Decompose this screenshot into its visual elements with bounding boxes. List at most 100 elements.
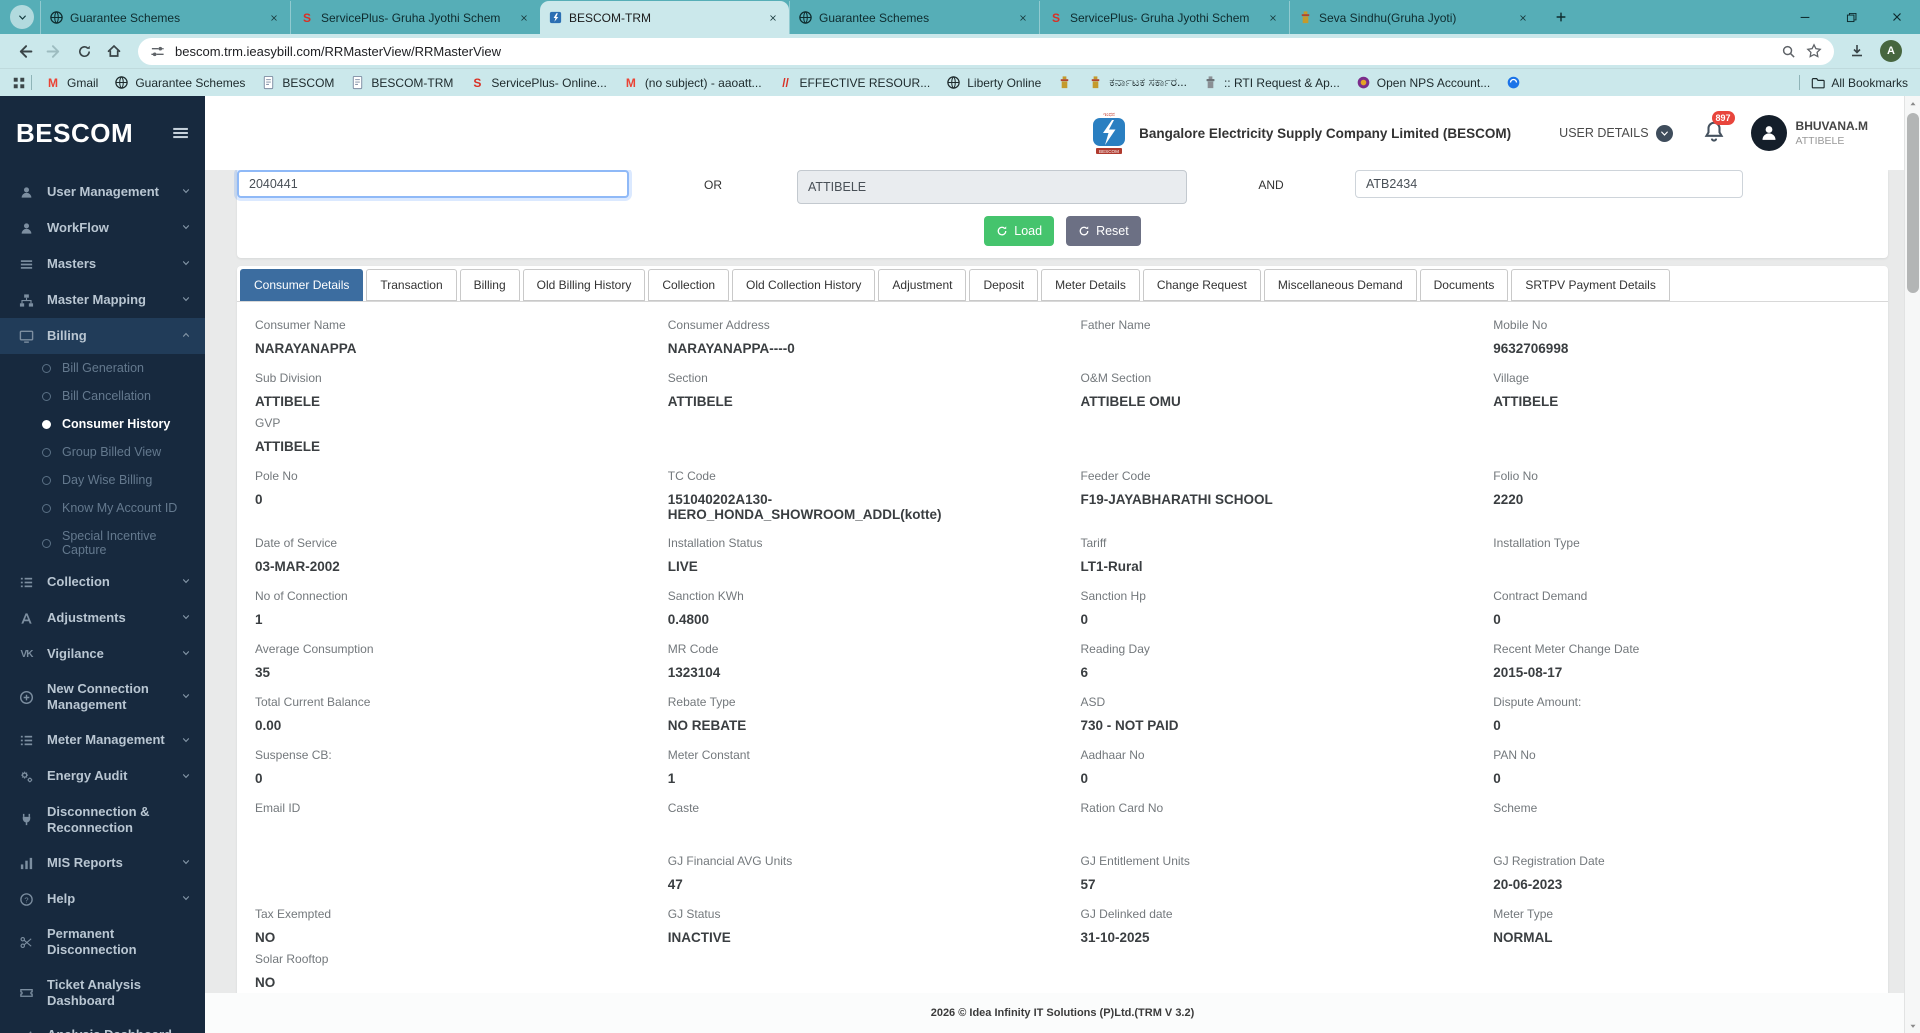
gmail-icon: M (48, 75, 58, 90)
user-details-button[interactable]: USER DETAILS (1559, 124, 1673, 142)
tab-deposit[interactable]: Deposit (969, 269, 1039, 301)
sidebar-item-mis-reports[interactable]: MIS Reports (0, 845, 205, 881)
download-icon[interactable] (1849, 43, 1865, 59)
url-text[interactable]: bescom.trm.ieasybill.com/RRMasterView/RR… (175, 44, 1771, 59)
load-button[interactable]: Load (984, 216, 1055, 246)
bookmark-bescom-trm[interactable]: BESCOM-TRM (342, 73, 461, 92)
sidebar-item-permanent-disconnection[interactable]: Permanent Disconnection (0, 917, 205, 968)
tab-miscellaneous-demand[interactable]: Miscellaneous Demand (1263, 269, 1417, 301)
sidebar-subitem-know-my-account-id[interactable]: Know My Account ID (0, 494, 205, 522)
tab-consumer-details[interactable]: Consumer Details (240, 269, 364, 301)
name-input[interactable] (797, 170, 1187, 204)
restore-button[interactable] (1828, 0, 1874, 34)
reset-button[interactable]: Reset (1066, 216, 1141, 246)
tab-documents[interactable]: Documents (1419, 269, 1509, 301)
tab-old-billing-history[interactable]: Old Billing History (522, 269, 646, 301)
sidebar-item-billing[interactable]: Billing (0, 318, 205, 354)
bookmark-open-nps-account[interactable]: Open NPS Account... (1348, 73, 1498, 92)
tab-close-icon[interactable] (1514, 9, 1531, 26)
user-avatar[interactable] (1750, 115, 1787, 151)
browser-tab-guarantee-schemes[interactable]: Guarantee Schemes (789, 1, 1039, 34)
sidebar-subitem-group-billed-view[interactable]: Group Billed View (0, 438, 205, 466)
browser-tab-seva-sindhu-gruha-jyoti[interactable]: Seva Sindhu(Gruha Jyoti) (1289, 1, 1539, 34)
apps-grid-icon[interactable] (12, 76, 26, 90)
field-label: Installation Type (1493, 536, 1580, 550)
profile-avatar[interactable]: A (1880, 40, 1902, 62)
account-id-input[interactable] (237, 170, 629, 198)
tab-srtpv-payment-details[interactable]: SRTPV Payment Details (1511, 269, 1670, 301)
sidebar-item-meter-management[interactable]: Meter Management (0, 723, 205, 759)
sidebar-item-ticket-analysis-dashboard[interactable]: Ticket Analysis Dashboard (0, 968, 205, 1019)
bookmark-item[interactable]: ಕರ್ನಾಟಕ ಸರ್ಕಾರ... (1080, 73, 1195, 92)
field-value: 57 (1080, 877, 1096, 892)
sidebar-item-master-mapping[interactable]: Master Mapping (0, 282, 205, 318)
bookmark-guarantee-schemes[interactable]: Guarantee Schemes (106, 73, 253, 92)
sidebar-item-vigilance[interactable]: VK Vigilance (0, 636, 205, 672)
tab-transaction[interactable]: Transaction (366, 269, 457, 301)
scroll-down-icon[interactable] (1908, 1018, 1918, 1033)
sidebar-item-masters[interactable]: Masters (0, 246, 205, 282)
bookmark-gmail[interactable]: M Gmail (37, 74, 106, 92)
page-scrollbar[interactable] (1904, 96, 1920, 1033)
minimize-button[interactable] (1782, 0, 1828, 34)
browser-tab-serviceplus-gruha-jyothi-schem[interactable]: S ServicePlus- Gruha Jyothi Schem (1039, 1, 1289, 34)
fontA-icon (18, 611, 35, 626)
rr-number-input[interactable] (1355, 170, 1743, 198)
tab-close-icon[interactable] (764, 9, 781, 26)
address-bar[interactable]: bescom.trm.ieasybill.com/RRMasterView/RR… (138, 37, 1834, 65)
sidebar-subitem-consumer-history[interactable]: Consumer History (0, 410, 205, 438)
tab-adjustment[interactable]: Adjustment (878, 269, 967, 301)
bookmark-serviceplus-online[interactable]: S ServicePlus- Online... (461, 74, 614, 92)
sidebar-subitem-bill-generation[interactable]: Bill Generation (0, 354, 205, 382)
sidebar-item-analysis-dashboard[interactable]: Analysis Dashboard (0, 1018, 205, 1033)
chevron-down-icon (181, 732, 191, 750)
tab-old-collection-history[interactable]: Old Collection History (732, 269, 876, 301)
new-tab-button[interactable] (1547, 3, 1575, 31)
bookmark-effective-resour[interactable]: // EFFECTIVE RESOUR... (770, 74, 939, 92)
browser-tab-guarantee-schemes[interactable]: Guarantee Schemes (40, 1, 290, 34)
bookmark-blueapp[interactable] (1498, 73, 1529, 92)
tab-search-button[interactable] (10, 5, 34, 29)
notifications-button[interactable]: 897 (1703, 110, 1735, 147)
star-icon[interactable] (1806, 43, 1822, 59)
sidebar-item-user-management[interactable]: User Management (0, 174, 205, 210)
bookmark-bescom[interactable]: BESCOM (253, 73, 342, 92)
sidebar-item-workflow[interactable]: WorkFlow (0, 210, 205, 246)
field-label: TC Code (667, 469, 716, 483)
sidebar-item-help[interactable]: ? Help (0, 881, 205, 917)
magnifier-icon[interactable] (1781, 44, 1796, 59)
sidebar-subitem-special-incentive-capture[interactable]: Special Incentive Capture (0, 522, 205, 564)
site-info-icon[interactable] (150, 44, 165, 59)
bookmark-liberty-online[interactable]: Liberty Online (938, 73, 1049, 92)
browser-tab-bescom-trm[interactable]: BESCOM-TRM (540, 1, 789, 34)
sidebar-item-energy-audit[interactable]: Energy Audit (0, 759, 205, 795)
field-value: 0.00 (255, 718, 282, 733)
back-button[interactable] (10, 37, 38, 65)
bookmark-no-subject-aaoatt[interactable]: M (no subject) - aaoatt... (615, 74, 770, 92)
tab-close-icon[interactable] (265, 9, 282, 26)
sidebar-item-new-connection-management[interactable]: New Connection Management (0, 672, 205, 723)
tab-change-request[interactable]: Change Request (1142, 269, 1261, 301)
tab-close-icon[interactable] (1264, 9, 1281, 26)
browser-tab-serviceplus-gruha-jyothi-schem[interactable]: S ServicePlus- Gruha Jyothi Schem (290, 1, 540, 34)
sidebar-item-adjustments[interactable]: Adjustments (0, 600, 205, 636)
all-bookmarks-button[interactable]: All Bookmarks (1794, 75, 1908, 90)
bookmark-rti-request-ap[interactable]: :: RTI Request & Ap... (1195, 73, 1348, 92)
sidebar-subitem-day-wise-billing[interactable]: Day Wise Billing (0, 466, 205, 494)
tab-meter-details[interactable]: Meter Details (1041, 269, 1140, 301)
close-button[interactable] (1874, 0, 1920, 34)
sidebar-subitem-bill-cancellation[interactable]: Bill Cancellation (0, 382, 205, 410)
scrollbar-thumb[interactable] (1906, 113, 1919, 293)
tab-billing[interactable]: Billing (459, 269, 520, 301)
scroll-up-icon[interactable] (1908, 96, 1918, 111)
hamburger-icon[interactable] (171, 124, 189, 142)
refresh-button[interactable] (70, 37, 98, 65)
sidebar-item-collection[interactable]: Collection (0, 564, 205, 600)
tab-close-icon[interactable] (1014, 9, 1031, 26)
tab-close-icon[interactable] (515, 9, 532, 26)
forward-button[interactable] (40, 37, 68, 65)
bookmark-emblem[interactable] (1049, 73, 1080, 92)
tab-collection[interactable]: Collection (648, 269, 730, 301)
home-button[interactable] (100, 37, 128, 65)
sidebar-item-disconnection-reconnection[interactable]: Disconnection & Reconnection (0, 795, 205, 846)
